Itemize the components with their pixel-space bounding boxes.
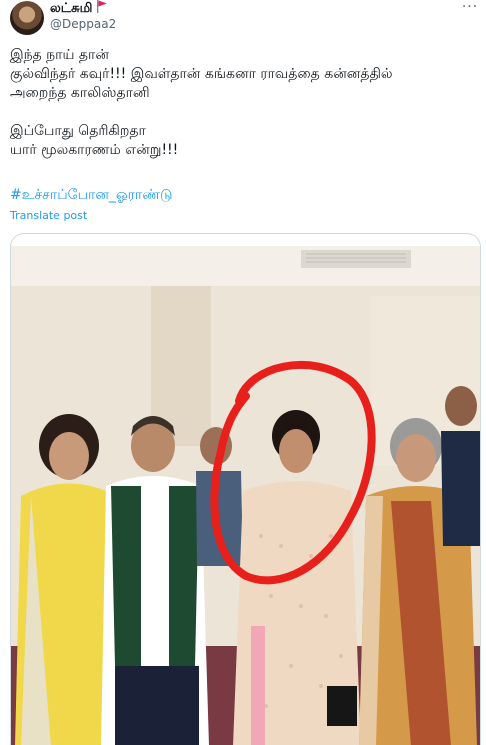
- flag-icon: [96, 0, 108, 17]
- tweet-media[interactable]: [10, 233, 481, 745]
- tweet-header: லட்சுமி @Deppaa2 ···: [10, 0, 480, 40]
- tweet-line: யார் மூலகாரணம் என்று!!!: [10, 142, 179, 158]
- hashtag-link[interactable]: #உச்சாப்போன_ஓராண்டு: [10, 187, 173, 205]
- tweet-line: குல்விந்தர் கவுர்!!! இவள்தான் கங்கனா ராவ…: [10, 66, 393, 82]
- translate-post-link[interactable]: Translate post: [10, 209, 87, 222]
- more-options-icon[interactable]: ···: [460, 0, 480, 16]
- author-name-text: லட்சுமி: [50, 1, 93, 16]
- tweet-line: இந்த நாய் தான்: [10, 47, 109, 63]
- photo-image: [11, 246, 480, 745]
- tweet-text: இந்த நாய் தான் குல்விந்தர் கவுர்!!! இவள்…: [10, 46, 476, 160]
- tweet-line: அறைந்த காலிஸ்தானி: [10, 85, 150, 101]
- author-display-name[interactable]: லட்சுமி: [50, 0, 108, 17]
- tweet-line: இப்போது தெரிகிறதா: [10, 123, 146, 139]
- avatar[interactable]: [10, 1, 44, 35]
- author-handle[interactable]: @Deppaa2: [50, 17, 116, 31]
